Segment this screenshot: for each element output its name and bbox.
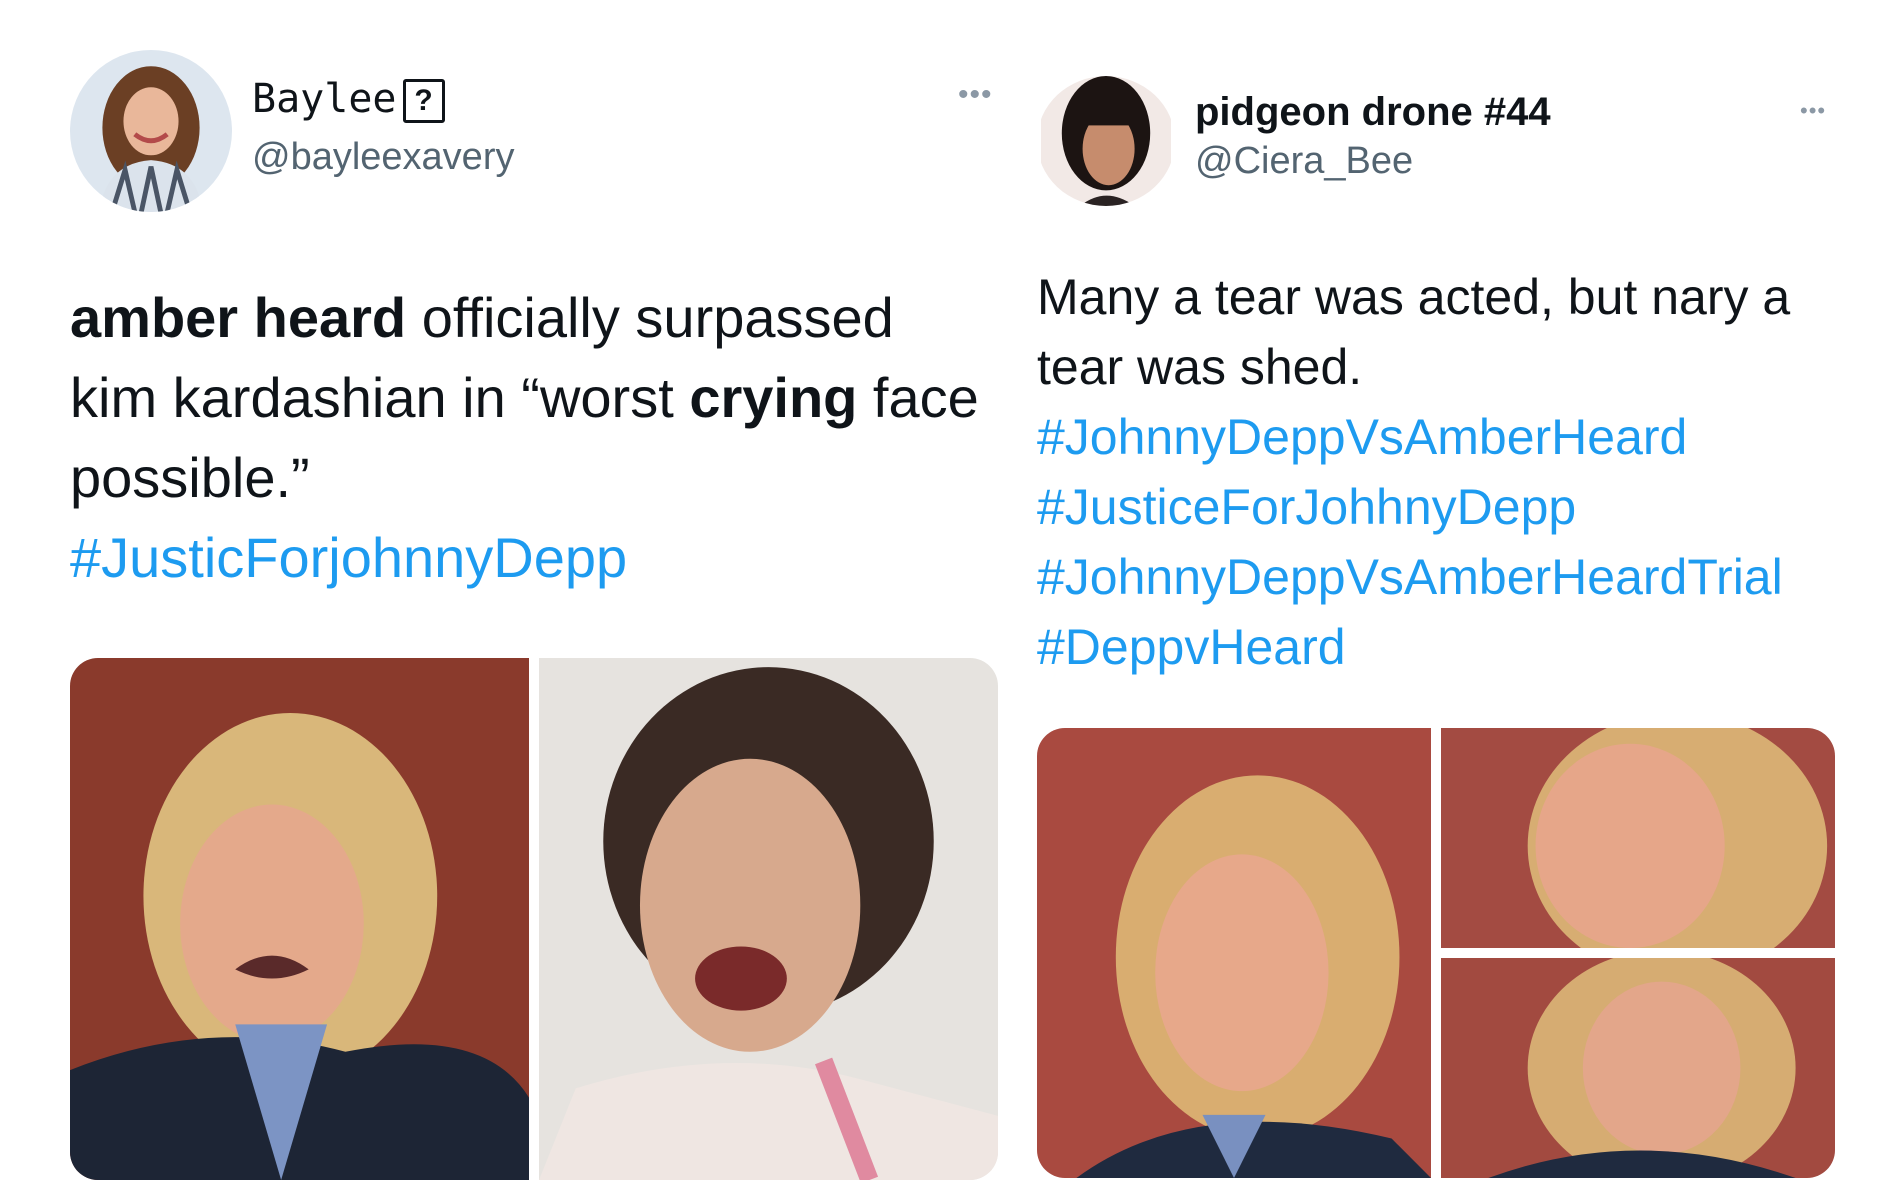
amber-heard-crying-photo-2 (1441, 728, 1835, 948)
unknown-emoji-badge: ? (402, 79, 445, 123)
hashtag-link[interactable]: #JusticeForJohhnyDepp (1037, 472, 1887, 542)
media-image-2[interactable] (539, 658, 998, 1180)
hashtag-link[interactable]: #JohnnyDeppVsAmberHeardTrial (1037, 542, 1887, 612)
more-horizontal-icon[interactable]: ••• (958, 78, 993, 112)
media-image-1[interactable] (1037, 728, 1431, 1178)
hashtag-link[interactable]: #JohnnyDeppVsAmberHeard (1037, 402, 1887, 472)
user-handle[interactable]: @bayleexavery (252, 136, 514, 179)
user-avatar[interactable] (70, 50, 232, 212)
kim-kardashian-crying-photo (539, 658, 998, 1180)
media-image-1[interactable] (70, 658, 529, 1180)
tweet-text: Many a tear was acted, but nary a tear w… (1037, 262, 1887, 682)
tweet-card-right[interactable]: pidgeon drone #44 @Ciera_Bee ••• Many a … (1000, 0, 1900, 1189)
tweet-media-grid[interactable] (70, 658, 998, 1180)
display-name[interactable]: Baylee? (252, 76, 445, 123)
user-handle[interactable]: @Ciera_Bee (1195, 140, 1413, 183)
tweet-text-bold: amber heard (70, 286, 407, 349)
display-name[interactable]: pidgeon drone #44 (1195, 90, 1551, 135)
tweet-media-grid[interactable] (1037, 728, 1835, 1178)
display-name-text: Baylee (252, 76, 397, 122)
user-avatar[interactable] (1037, 76, 1175, 206)
tweet-text: amber heard officially surpassed kim kar… (70, 278, 990, 598)
amber-heard-crying-photo (70, 658, 529, 1180)
hashtag-link[interactable]: #JusticForjohnnyDepp (70, 518, 990, 598)
media-image-2[interactable] (1441, 728, 1835, 948)
tweet-card-left[interactable]: Baylee? @bayleexavery ••• amber heard of… (0, 0, 1000, 1189)
tweet-text-plain: Many a tear was acted, but nary a tear w… (1037, 269, 1791, 395)
amber-heard-crying-photo-3 (1441, 958, 1835, 1178)
avatar-photo (70, 50, 232, 212)
media-image-3[interactable] (1441, 958, 1835, 1178)
more-horizontal-icon[interactable]: ••• (1800, 98, 1826, 124)
hashtag-link[interactable]: #DeppvHeard (1037, 612, 1887, 682)
avatar-photo (1041, 76, 1171, 206)
tweet-text-bold: crying (689, 366, 858, 429)
amber-heard-crying-photo-1 (1037, 728, 1431, 1178)
